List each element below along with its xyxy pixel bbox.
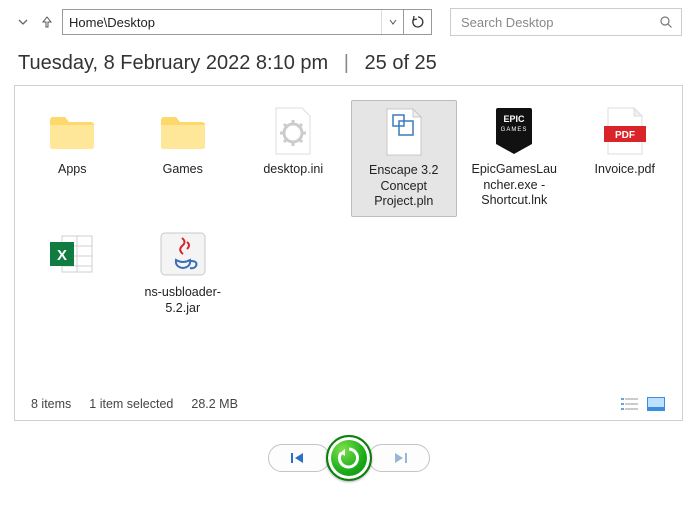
view-switcher [620,396,666,412]
file-item[interactable]: Enscape 3.2 Concept Project.pln [351,100,458,217]
snapshot-position: 25 of 25 [365,52,437,74]
file-item[interactable]: desktop.ini [240,100,347,217]
previous-snapshot-button[interactable] [268,444,330,472]
svg-text:PDF: PDF [615,130,635,141]
pln-icon [376,105,432,159]
svg-text:X: X [57,247,67,264]
search-box[interactable] [450,8,682,36]
file-item[interactable]: X [19,223,126,333]
search-icon [659,15,673,29]
status-selected: 1 item selected [89,397,173,411]
pdf-icon: PDF [597,104,653,158]
next-snapshot-button[interactable] [368,444,430,472]
file-label: Enscape 3.2 Concept Project.pln [359,163,449,210]
file-label: ns-usbloader-5.2.jar [138,285,228,316]
ini-icon [265,104,321,158]
history-dropdown[interactable] [14,13,32,31]
navigation-bar: Home\Desktop [14,8,683,36]
status-size: 28.2 MB [191,397,238,411]
snapshot-info: Tuesday, 8 February 2022 8:10 pm | 25 of… [14,50,683,85]
svg-text:GAMES: GAMES [501,127,528,133]
file-item[interactable]: ns-usbloader-5.2.jar [130,223,237,333]
file-item[interactable]: PDF Invoice.pdf [572,100,679,217]
svg-text:EPIC: EPIC [504,114,526,124]
status-item-count: 8 items [31,397,71,411]
file-item[interactable]: EPIC GAMES EpicGamesLauncher.exe - Shortcu… [461,100,568,217]
snapshot-timestamp: Tuesday, 8 February 2022 8:10 pm [18,52,328,74]
up-button[interactable] [38,13,56,31]
view-details-button[interactable] [620,396,640,412]
history-controls [14,435,683,481]
file-label: Apps [58,162,87,178]
file-panel: Apps Games desktop.ini Enscape 3.2 Concept … [14,85,683,421]
excel-icon: X [44,227,100,281]
view-icons-button[interactable] [646,396,666,412]
refresh-button[interactable] [403,10,431,34]
file-grid: Apps Games desktop.ini Enscape 3.2 Concept … [19,100,678,390]
folder-icon [155,104,211,158]
search-input[interactable] [459,14,659,31]
jar-icon [155,227,211,281]
address-bar[interactable]: Home\Desktop [62,9,432,35]
file-label: Invoice.pdf [595,162,655,178]
file-label: desktop.ini [263,162,323,178]
file-item[interactable]: Apps [19,100,126,217]
file-label: Games [163,162,203,178]
status-bar: 8 items 1 item selected 28.2 MB [19,390,678,414]
address-dropdown[interactable] [381,10,403,34]
epic-icon: EPIC GAMES [486,104,542,158]
address-text: Home\Desktop [63,10,381,34]
folder-icon [44,104,100,158]
restore-button[interactable] [326,435,372,481]
file-item[interactable]: Games [130,100,237,217]
file-label: EpicGamesLauncher.exe - Shortcut.lnk [469,162,559,209]
info-separator: | [344,52,349,74]
